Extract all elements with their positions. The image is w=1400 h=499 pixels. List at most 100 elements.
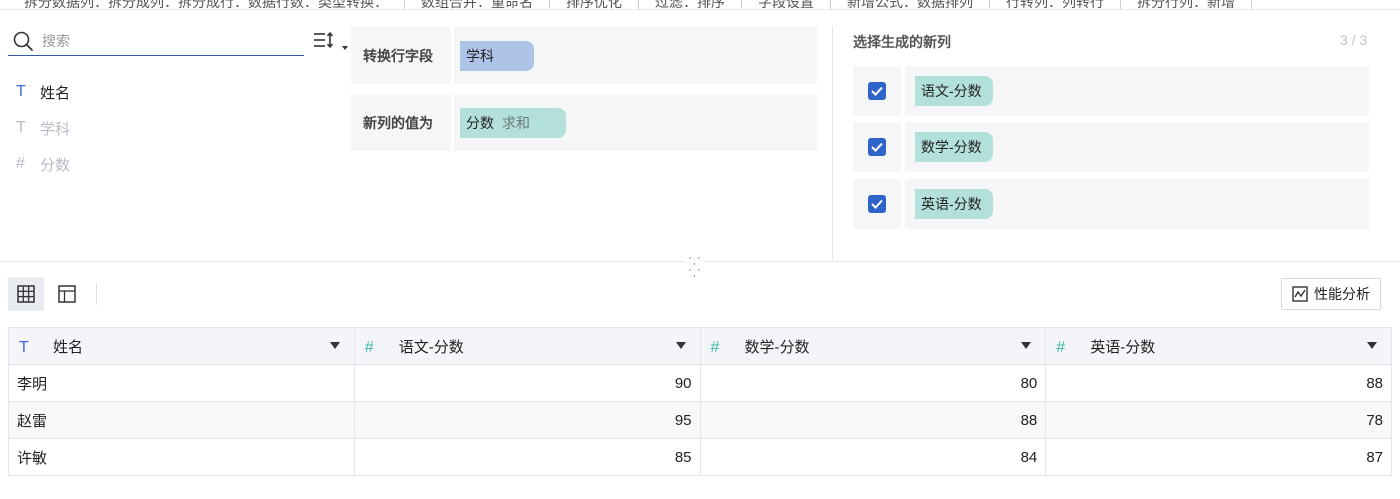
aggregation-label[interactable]: 求和: [502, 113, 530, 133]
row-field-config: 转换行字段 学科: [351, 27, 817, 84]
grid-view-button[interactable]: [8, 277, 44, 311]
panel-divider: [832, 26, 833, 260]
text-type-icon: T: [16, 119, 26, 136]
top-tab[interactable]: 排序优化: [550, 0, 639, 9]
performance-analysis-button[interactable]: 性能分析: [1281, 278, 1381, 310]
field-item-subject: T 学科: [8, 110, 70, 146]
new-column-name-cell: 英语-分数: [905, 179, 1369, 229]
text-type-icon: T: [16, 83, 26, 100]
top-tab[interactable]: 新增公式：数据排列: [831, 0, 990, 9]
check-icon: [871, 199, 883, 209]
new-column-row: 数学-分数: [853, 122, 1369, 172]
value-field-label: 新列的值为: [351, 94, 451, 151]
table-cell[interactable]: 80: [699, 364, 1047, 402]
table-cell[interactable]: 李明: [8, 364, 355, 402]
table-header-row: T 姓名 # 语文-分数 # 数学-分数 # 英语-分数: [8, 327, 1392, 365]
table-row: 赵雷 95 88 78: [8, 401, 1392, 439]
field-list: T 姓名 T 学科 # 分数: [8, 74, 70, 182]
value-field-pill[interactable]: 分数 求和: [460, 107, 566, 138]
number-type-icon: #: [710, 338, 720, 356]
top-tab[interactable]: 拆分数据列：拆分成列：拆分成行：数据行数：类型转换：: [8, 0, 405, 9]
search-input[interactable]: [42, 30, 292, 52]
text-type-icon: T: [19, 338, 29, 356]
number-type-icon: #: [16, 155, 25, 172]
field-item-name[interactable]: T 姓名: [8, 74, 70, 110]
new-column-label: 数学-分数: [921, 139, 982, 155]
column-menu-caret-icon[interactable]: [329, 342, 340, 349]
top-tab[interactable]: 字段设置: [742, 0, 831, 9]
table-cell[interactable]: 84: [699, 438, 1047, 476]
new-columns-title: 选择生成的新列: [853, 34, 951, 50]
value-field-dropzone[interactable]: 分数 求和: [454, 94, 817, 151]
table-cell[interactable]: 90: [353, 364, 701, 402]
new-column-name-cell: 语文-分数: [905, 66, 1369, 116]
new-column-row: 语文-分数: [853, 66, 1369, 116]
field-label: 学科: [40, 120, 71, 138]
layout-view-button[interactable]: [49, 277, 85, 311]
check-icon: [871, 142, 883, 152]
table-row: 许敏 85 84 87: [8, 438, 1392, 476]
number-type-icon: #: [364, 338, 374, 356]
new-columns-count: 3 / 3: [1340, 32, 1368, 48]
new-column-pill: 英语-分数: [915, 189, 993, 219]
column-header-label: 姓名: [53, 338, 84, 356]
sort-fields-button[interactable]: [312, 30, 348, 52]
column-header[interactable]: # 英语-分数: [1045, 327, 1392, 365]
field-panel: T 姓名 T 学科 # 分数: [8, 26, 348, 256]
table-cell[interactable]: 87: [1045, 438, 1392, 476]
resize-handle-icon[interactable]: · · · · · ·: [684, 253, 706, 282]
row-field-pill[interactable]: 学科: [460, 40, 534, 71]
new-column-checkbox[interactable]: [868, 195, 886, 213]
column-header-label: 语文-分数: [398, 338, 464, 356]
top-tab[interactable]: 拆分行列：新增: [1121, 0, 1252, 9]
row-field-pill-label: 学科: [466, 47, 494, 64]
table-cell[interactable]: 88: [1045, 364, 1392, 402]
top-tab-strip: 拆分数据列：拆分成列：拆分成行：数据行数：类型转换： 数组合并：重命名 排序优化 过滤…: [0, 0, 1400, 10]
field-label: 姓名: [40, 84, 71, 102]
column-menu-caret-icon[interactable]: [1021, 342, 1032, 349]
new-column-label: 语文-分数: [921, 83, 982, 99]
new-column-row: 英语-分数: [853, 179, 1369, 229]
column-menu-caret-icon[interactable]: [1367, 342, 1377, 349]
row-field-label: 转换行字段: [351, 27, 451, 84]
field-item-score: # 分数: [8, 146, 70, 182]
check-icon: [871, 86, 883, 96]
table-cell[interactable]: 85: [353, 438, 701, 476]
table-cell[interactable]: 88: [699, 401, 1047, 439]
table-cell[interactable]: 95: [353, 401, 701, 439]
new-column-name-cell: 数学-分数: [905, 122, 1369, 172]
value-field-pill-label: 分数: [466, 114, 494, 131]
top-tab[interactable]: 过滤：排序: [639, 0, 742, 9]
search-box: [8, 26, 304, 56]
new-column-pill: 语文-分数: [915, 76, 993, 106]
column-header[interactable]: # 语文-分数: [353, 327, 701, 365]
result-table: T 姓名 # 语文-分数 # 数学-分数 # 英语-分数 李明 90 80 88 赵雷 …: [8, 327, 1392, 476]
new-column-checkbox-cell: [853, 179, 901, 229]
table-row: 李明 90 80 88: [8, 364, 1392, 402]
column-header[interactable]: T 姓名: [8, 327, 355, 365]
new-column-label: 英语-分数: [921, 196, 982, 212]
new-column-checkbox-cell: [853, 66, 901, 116]
table-cell[interactable]: 许敏: [8, 438, 355, 476]
column-menu-caret-icon[interactable]: [675, 342, 686, 349]
row-field-dropzone[interactable]: 学科: [454, 27, 817, 84]
sort-icon: [314, 31, 348, 50]
number-type-icon: #: [1056, 338, 1066, 356]
new-column-checkbox[interactable]: [868, 82, 886, 100]
new-column-pill: 数学-分数: [915, 132, 993, 162]
search-icon: [13, 31, 33, 51]
layout-view-icon: [58, 285, 76, 303]
column-header[interactable]: # 数学-分数: [699, 327, 1047, 365]
column-header-label: 数学-分数: [744, 338, 810, 356]
top-tab[interactable]: 数组合并：重命名: [405, 0, 550, 9]
value-field-config: 新列的值为 分数 求和: [351, 94, 817, 151]
field-label: 分数: [40, 156, 71, 174]
grid-view-icon: [17, 285, 35, 303]
table-cell[interactable]: 赵雷: [8, 401, 355, 439]
performance-analysis-label: 性能分析: [1314, 286, 1370, 302]
table-cell[interactable]: 78: [1045, 401, 1392, 439]
column-header-label: 英语-分数: [1090, 338, 1156, 356]
performance-chart-icon: [1292, 286, 1308, 302]
top-tab[interactable]: 行转列：列转行: [990, 0, 1121, 9]
new-column-checkbox[interactable]: [868, 138, 886, 156]
